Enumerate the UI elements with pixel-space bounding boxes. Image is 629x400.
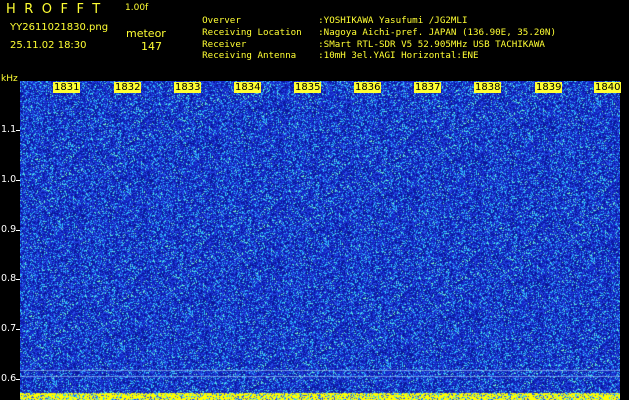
y-tick-mark [16,130,20,131]
info-value: :10mH 3el.YAGI Horizontal:ENE [318,50,479,62]
time-tick-label: 1837 [414,82,442,93]
y-tick-label: 0.7 [1,323,17,334]
time-tick-label: 1831 [53,82,81,93]
time-tick-label: 1836 [354,82,382,93]
time-tick-label: 1839 [535,82,563,93]
spectrogram-canvas [20,81,620,400]
type-label: meteor [126,27,166,40]
y-tick-label: 0.6 [1,373,17,384]
y-tick-mark [16,279,20,280]
y-tick-label: 0.8 [1,273,17,284]
time-tick-label: 1834 [234,82,262,93]
info-row-antenna: Receiving Antenna :10mH 3el.YAGI Horizont… [180,42,479,70]
app-title: HROFFT [6,2,109,17]
time-tick-label: 1832 [114,82,142,93]
y-tick-mark [16,329,20,330]
file-name: YY2611021830.png [10,22,109,33]
count-value: 147 [141,40,162,53]
y-tick-mark [16,379,20,380]
time-tick-label: 1833 [174,82,202,93]
info-key: Receiving Antenna [202,50,297,62]
time-tick-label: 1840 [594,82,622,93]
timestamp: 25.11.02 18:30 [10,40,87,51]
frequency-axis: 1.1 1.0 0.9 0.8 0.7 0.6 [0,81,20,400]
y-tick-label: 1.0 [1,174,17,185]
time-tick-label: 1838 [474,82,502,93]
y-tick-label: 1.1 [1,124,17,135]
time-tick-label: 1835 [294,82,322,93]
y-tick-mark [16,230,20,231]
y-tick-mark [16,180,20,181]
y-tick-label: 0.9 [1,224,17,235]
app-version: 1.00f [125,3,149,13]
